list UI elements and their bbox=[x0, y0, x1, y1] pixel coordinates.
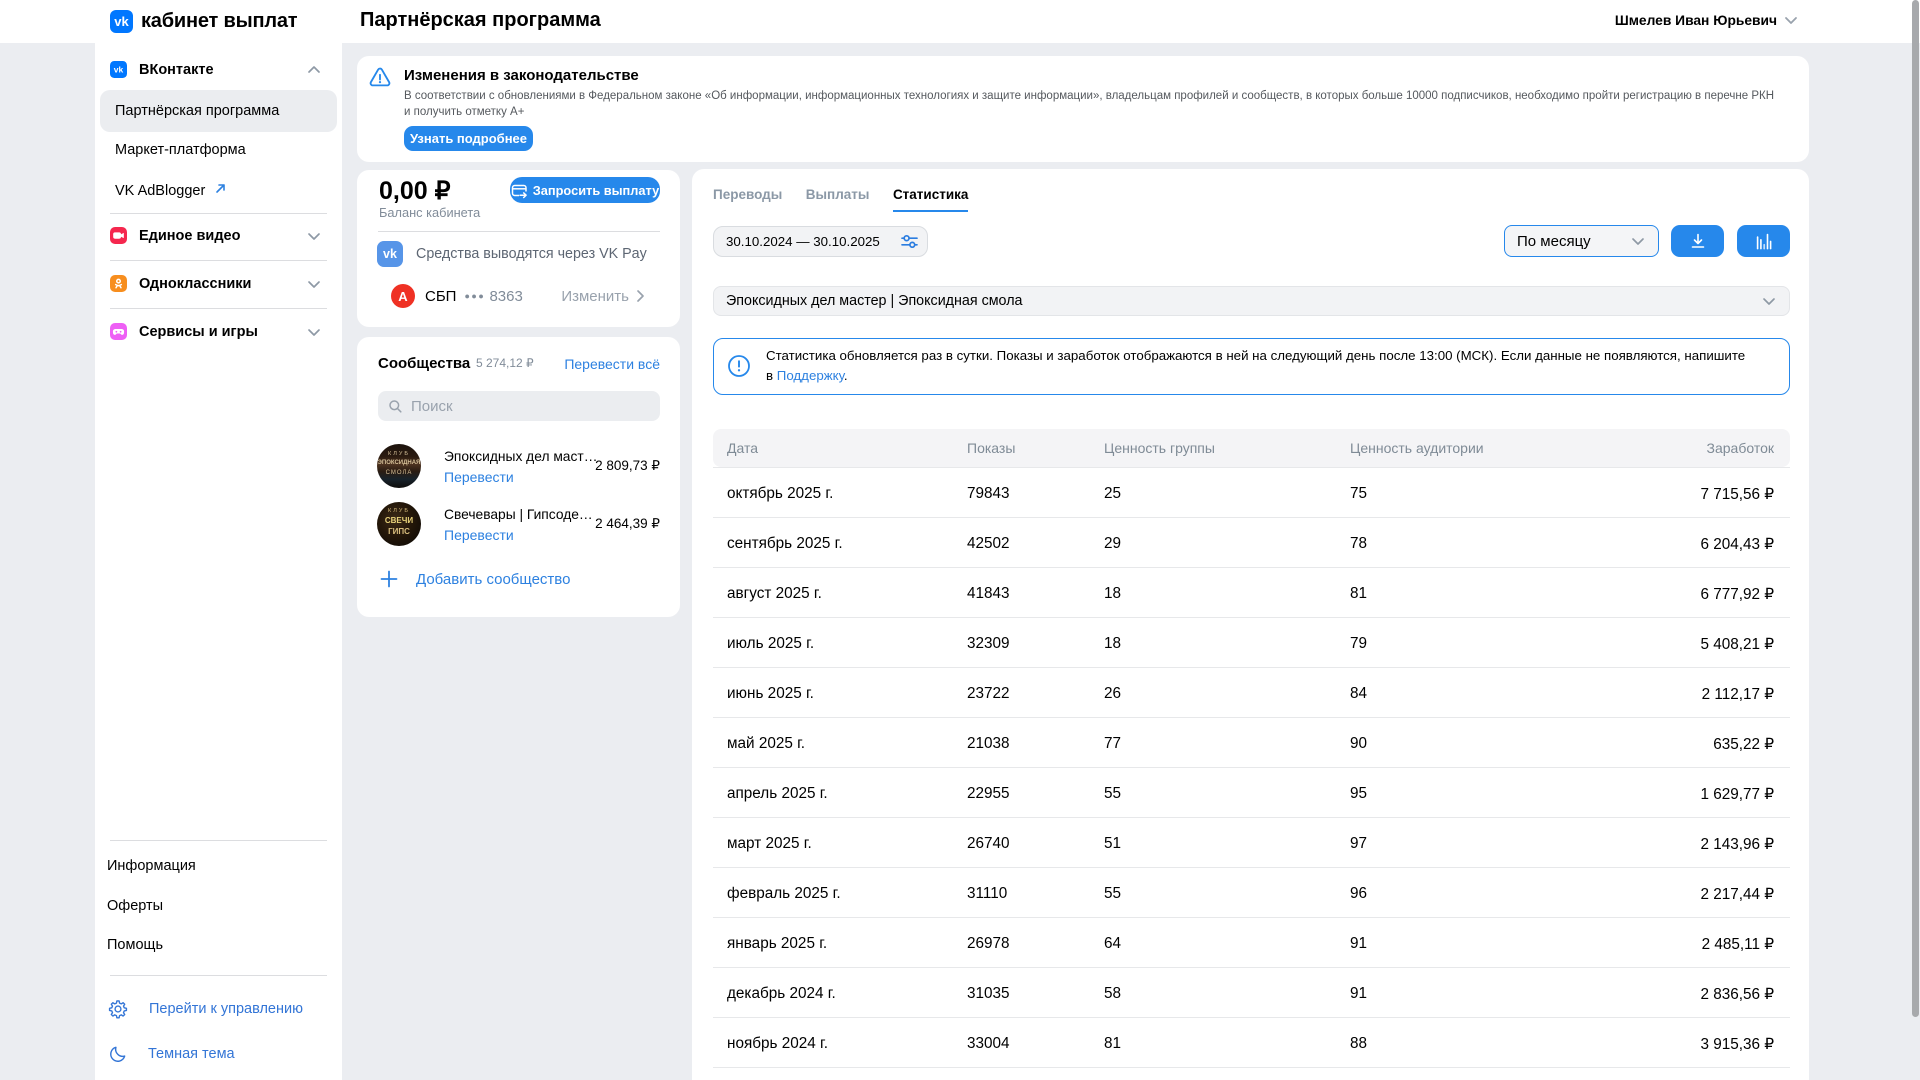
svg-text:vk: vk bbox=[114, 65, 124, 75]
